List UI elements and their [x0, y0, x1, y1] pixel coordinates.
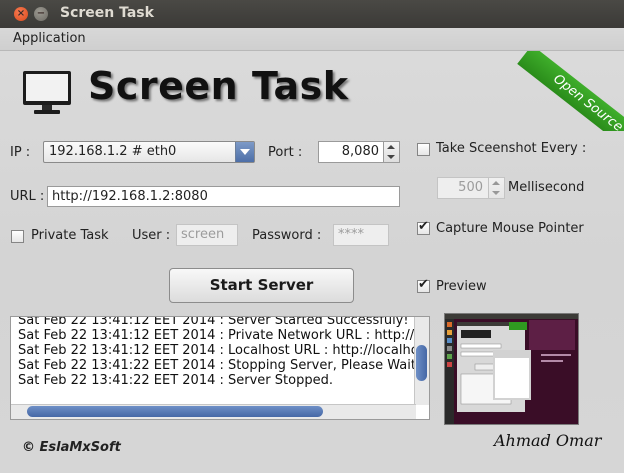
open-source-banner: Open Source — [494, 51, 624, 131]
chevron-down-icon[interactable] — [235, 142, 254, 162]
log-line: Sat Feb 22 13:41:12 EET 2014 : Private N… — [18, 328, 429, 343]
user-field[interactable]: screen — [176, 224, 238, 246]
port-value: 8,080 — [341, 144, 379, 159]
url-label: URL : — [10, 189, 45, 204]
menu-application[interactable]: Application — [13, 31, 86, 46]
log-line: Sat Feb 22 13:41:22 EET 2014 : Server St… — [18, 373, 333, 388]
horizontal-scrollbar[interactable] — [11, 404, 416, 419]
port-stepper-buttons[interactable] — [383, 142, 399, 162]
take-screenshot-label: Take Sceenshot Every : — [436, 141, 587, 156]
password-field[interactable]: **** — [333, 224, 389, 246]
user-label: User : — [132, 228, 171, 243]
app-logo-text: Screen Task — [88, 64, 349, 108]
author-signature: Ahmad Omar — [494, 431, 602, 450]
log-line: Sat Feb 22 13:41:12 EET 2014 : Server St… — [18, 316, 409, 328]
menu-bar: Application — [0, 28, 624, 51]
password-label: Password : — [252, 228, 322, 243]
preview-checkbox[interactable] — [417, 277, 430, 293]
port-label: Port : — [268, 145, 303, 160]
log-line: Sat Feb 22 13:41:12 EET 2014 : Localhost… — [18, 343, 430, 358]
preview-label: Preview — [436, 279, 487, 294]
capture-mouse-label: Capture Mouse Pointer — [436, 221, 584, 236]
minimize-icon[interactable]: − — [34, 7, 48, 21]
monitor-icon — [23, 71, 71, 114]
screen-preview-image — [444, 313, 579, 425]
copyright-text: © EslaMxSoft — [22, 440, 121, 455]
ip-label: IP : — [10, 145, 31, 160]
interval-value: 500 — [458, 180, 483, 195]
private-task-checkbox[interactable] — [11, 230, 24, 243]
take-screenshot-checkbox[interactable] — [417, 143, 430, 156]
start-server-button[interactable]: Start Server — [169, 268, 354, 303]
log-area[interactable]: Sat Feb 22 13:41:12 EET 2014 : Server St… — [10, 316, 430, 420]
interval-unit-label: Mellisecond — [508, 180, 585, 195]
interval-stepper-buttons[interactable] — [488, 178, 504, 198]
vertical-scrollbar[interactable] — [414, 317, 429, 405]
interval-spinner[interactable]: 500 — [437, 177, 505, 199]
title-bar: × − Screen Task — [0, 0, 624, 28]
capture-mouse-checkbox[interactable] — [417, 219, 430, 235]
private-task-label: Private Task — [31, 228, 109, 243]
horizontal-scroll-thumb[interactable] — [27, 406, 323, 417]
log-line: Sat Feb 22 13:41:22 EET 2014 : Stopping … — [18, 358, 429, 373]
vertical-scroll-thumb[interactable] — [416, 345, 427, 381]
url-field[interactable]: http://192.168.1.2:8080 — [47, 186, 400, 207]
log-lines: Sat Feb 22 13:41:12 EET 2014 : Server St… — [18, 316, 430, 388]
close-icon[interactable]: × — [14, 7, 28, 21]
ip-select-value: 192.168.1.2 # eth0 — [49, 144, 177, 159]
port-spinner[interactable]: 8,080 — [318, 141, 400, 163]
ip-select[interactable]: 192.168.1.2 # eth0 — [43, 141, 255, 163]
open-source-ribbon: Open Source — [517, 51, 624, 131]
window-title: Screen Task — [60, 5, 154, 21]
